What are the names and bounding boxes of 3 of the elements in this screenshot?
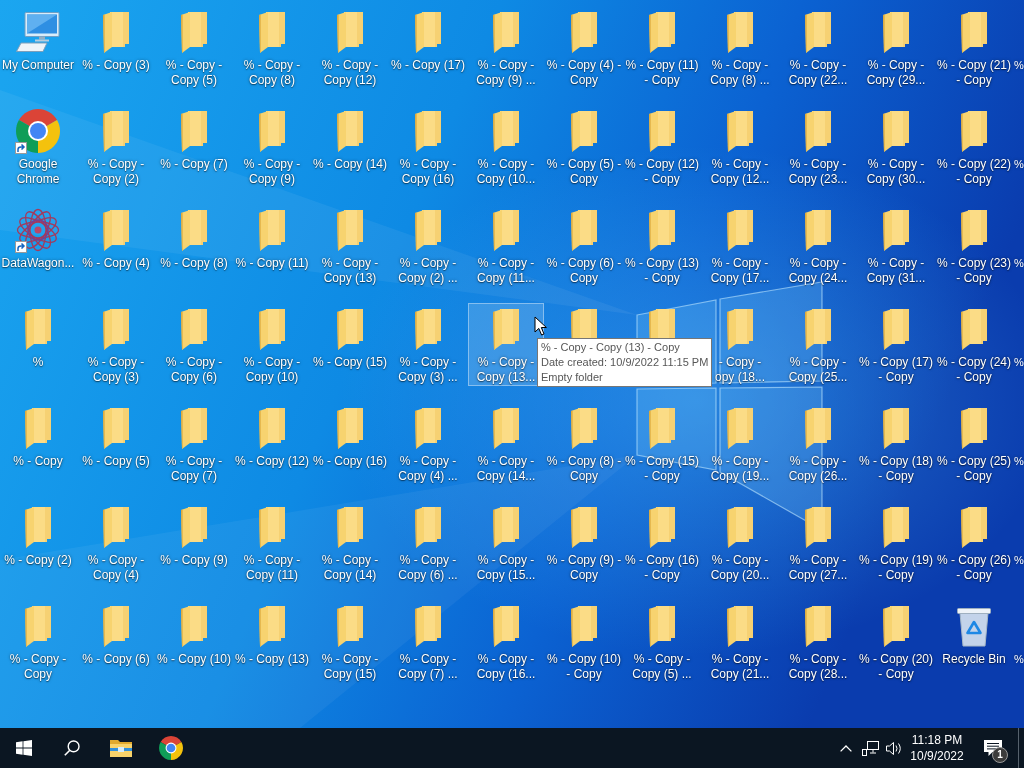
tooltip-text: Empty folder [541, 370, 604, 385]
tooltip-text: % - Copy - Copy (13) - Copy [541, 340, 681, 355]
notification-count: 1 [992, 747, 1008, 763]
